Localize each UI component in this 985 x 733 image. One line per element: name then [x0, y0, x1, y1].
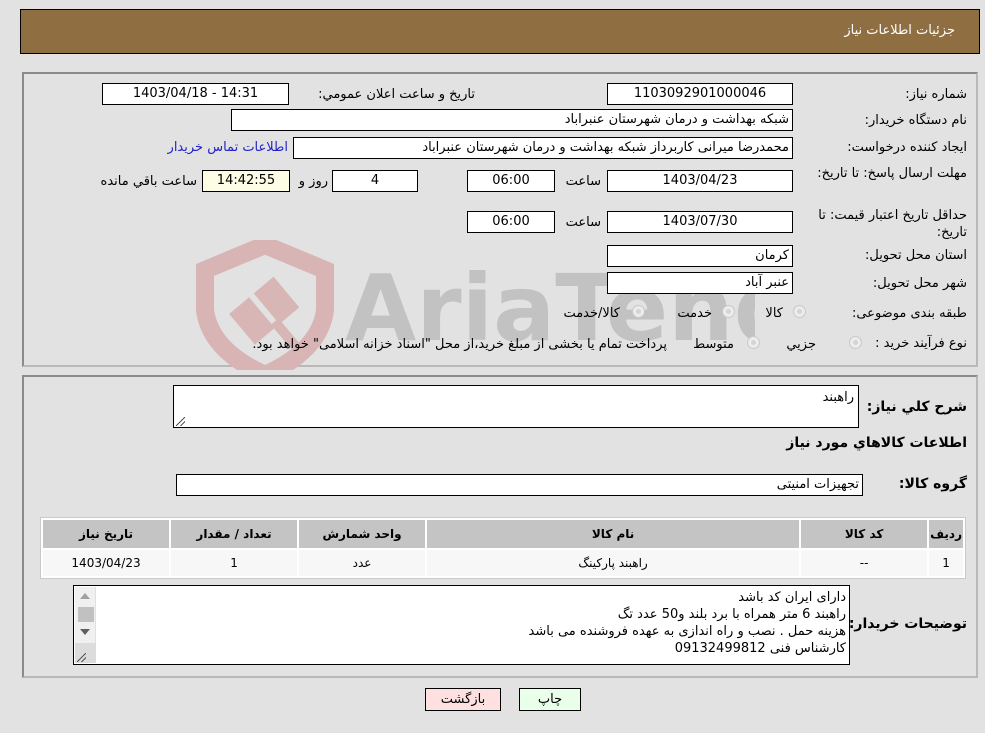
remaining-time: 14:42:55 — [202, 170, 290, 192]
category-radio-service[interactable] — [722, 305, 735, 318]
col-unit: واحد شمارش — [299, 520, 426, 548]
requester-field: محمدرضا میرانی کاربرداز شبکه بهداشت و در… — [293, 137, 793, 159]
cell-quantity: 1 — [171, 550, 298, 576]
col-need-date: تاريخ نياز — [43, 520, 170, 548]
scroll-corner — [75, 643, 96, 663]
cell-unit: عدد — [299, 550, 426, 576]
purchase-type-label: نوع فرآیند خرید : — [875, 336, 967, 351]
category-label: طبقه بندی موضوعی: — [851, 306, 967, 321]
table-header-row: رديف کد کالا نام کالا واحد شمارش تعداد /… — [43, 520, 963, 548]
description-text: راهبند — [822, 390, 854, 405]
reply-deadline-time: 06:00 — [467, 170, 555, 192]
goods-group-field: تجهیزات امنیتی — [176, 474, 863, 496]
category-option-service: خدمت — [677, 306, 712, 321]
category-option-goods: کالا — [765, 306, 783, 321]
price-time-label: ساعت — [565, 215, 601, 230]
buyer-org-field: شبکه بهداشت و درمان شهرستان عنبراباد — [231, 109, 793, 131]
back-button[interactable]: بازگشت — [425, 688, 501, 711]
items-section-title: اطلاعات کالاهاي مورد نياز — [786, 435, 967, 451]
buyer-org-label: نام دستگاه خریدار: — [864, 113, 967, 128]
resize-grip-icon[interactable] — [176, 417, 185, 426]
category-radio-goods[interactable] — [793, 305, 806, 318]
note-line: راهبند 6 متر همراه با برد بلند و50 عدد ت… — [617, 607, 846, 622]
cell-row-number: 1 — [929, 550, 963, 576]
buyer-notes-text: دارای ایران کد باشد راهبند 6 متر همراه ب… — [529, 589, 846, 657]
col-item-code: کد کالا — [801, 520, 928, 548]
col-quantity: تعداد / مقدار — [171, 520, 298, 548]
description-textarea[interactable]: راهبند — [173, 385, 859, 428]
reply-time-label: ساعت — [565, 174, 601, 189]
price-validity-date: 1403/07/30 — [607, 211, 793, 233]
scroll-thumb[interactable] — [78, 607, 94, 622]
table-row: 1 -- راهبند پارکینگ عدد 1 1403/04/23 — [43, 550, 963, 576]
delivery-province-label: استان محل تحویل: — [865, 248, 967, 263]
resize-grip-icon[interactable] — [77, 653, 86, 662]
need-number-label: شماره نیاز: — [905, 87, 967, 102]
announce-datetime-field: 1403/04/18 - 14:31 — [102, 83, 289, 105]
price-validity-label: حداقل تاریخ اعتبار قیمت: تا تاریخ: — [818, 208, 967, 240]
days-label: روز و — [298, 174, 328, 189]
note-line: هزینه حمل . نصب و راه اندازی به عهده فرو… — [528, 624, 846, 639]
remaining-days: 4 — [332, 170, 418, 192]
price-validity-time: 06:00 — [467, 211, 555, 233]
col-row-number: رديف — [929, 520, 963, 548]
description-label: شرح کلي نياز: — [866, 399, 967, 415]
note-line: کارشناس فنی 09132499812 — [674, 641, 846, 656]
buyer-notes-label: توضیحات خریدار: — [848, 616, 967, 632]
need-number-field: 1103092901000046 — [607, 83, 793, 105]
delivery-city-field: عنبر آباد — [607, 272, 793, 294]
buyer-contact-link[interactable]: اطلاعات تماس خریدار — [168, 140, 288, 155]
delivery-city-label: شهر محل تحویل: — [872, 276, 967, 291]
purchase-radio-medium[interactable] — [747, 336, 760, 349]
cell-item-name: راهبند پارکینگ — [427, 550, 800, 576]
scroll-up-icon[interactable] — [80, 593, 90, 599]
print-button[interactable]: چاپ — [519, 688, 581, 711]
remaining-label: ساعت باقي مانده — [100, 174, 197, 189]
buyer-notes-textarea[interactable]: دارای ایران کد باشد راهبند 6 متر همراه ب… — [73, 585, 850, 665]
col-item-name: نام کالا — [427, 520, 800, 548]
page-header: جزئیات اطلاعات نیاز — [20, 9, 980, 54]
scroll-down-icon[interactable] — [80, 629, 90, 635]
purchase-option-minor: جزيي — [786, 337, 816, 352]
items-table: رديف کد کالا نام کالا واحد شمارش تعداد /… — [40, 517, 966, 579]
category-option-goods-service: کالا/خدمت — [563, 306, 620, 321]
note-line: دارای ایران کد باشد — [738, 590, 846, 605]
purchase-option-medium: متوسط — [693, 337, 734, 352]
notes-scrollbar[interactable] — [75, 587, 96, 663]
purchase-radio-minor[interactable] — [849, 336, 862, 349]
requester-label: ایجاد کننده درخواست: — [847, 140, 967, 155]
delivery-province-field: کرمان — [607, 245, 793, 267]
page-title: جزئیات اطلاعات نیاز — [844, 23, 955, 38]
treasury-note: پرداخت تمام یا بخشی از مبلغ خرید،از محل … — [252, 337, 667, 352]
cell-item-code: -- — [801, 550, 928, 576]
reply-deadline-date: 1403/04/23 — [607, 170, 793, 192]
announce-datetime-label: تاریخ و ساعت اعلان عمومي: — [318, 87, 475, 102]
goods-group-label: گروه کالا: — [898, 476, 967, 492]
category-radio-goods-service[interactable] — [632, 305, 645, 318]
cell-need-date: 1403/04/23 — [43, 550, 170, 576]
reply-deadline-label: مهلت ارسال پاسخ: تا تاریخ: — [817, 166, 967, 181]
